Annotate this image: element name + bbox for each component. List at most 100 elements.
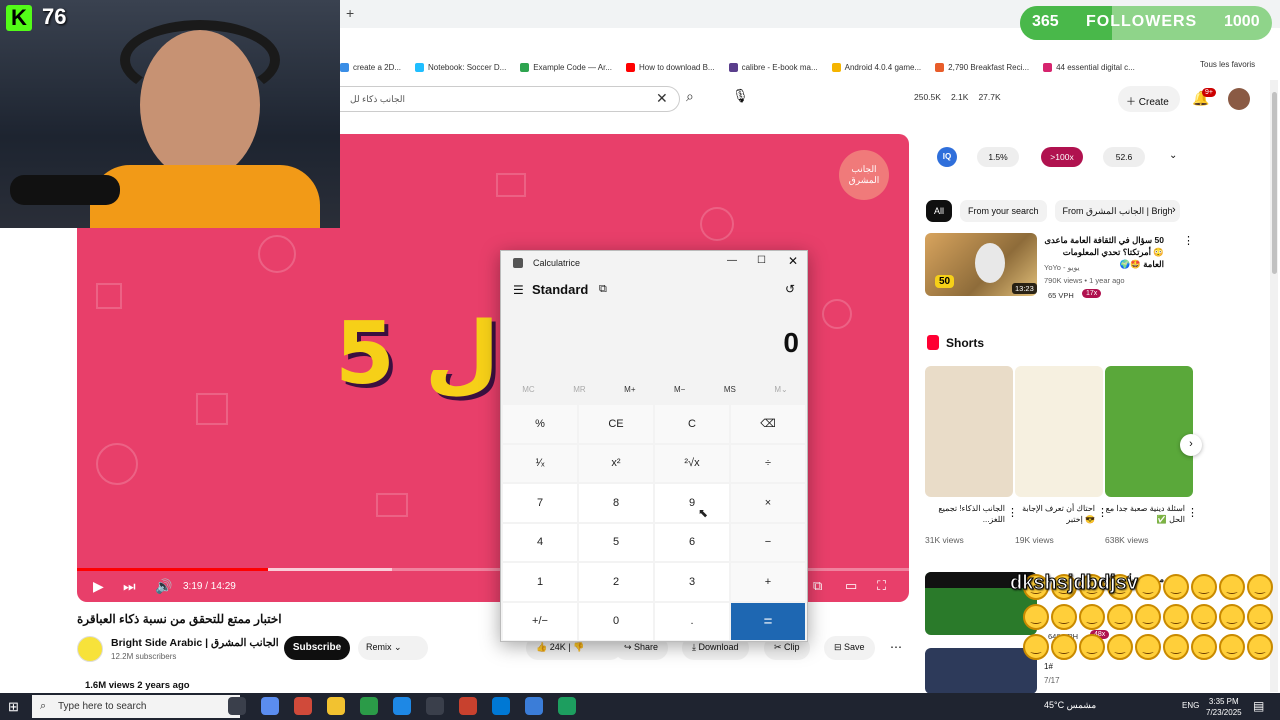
edge-icon[interactable] — [393, 697, 411, 715]
calc-key[interactable]: 8 — [579, 484, 653, 522]
windows-start-icon[interactable]: ⊞ — [8, 699, 19, 715]
app-icon[interactable] — [492, 697, 510, 715]
next-icon[interactable]: ⏭ — [123, 578, 136, 595]
calc-key[interactable]: × — [731, 484, 805, 522]
short-title[interactable]: احتاك أن تعرف الإجابة 😎 إختبر — [1015, 503, 1095, 525]
bookmark-item[interactable]: 44 essential digital c... — [1043, 62, 1135, 72]
chrome-icon[interactable] — [360, 697, 378, 715]
task-view-icon[interactable] — [228, 697, 246, 715]
copilot-icon[interactable] — [261, 697, 279, 715]
short-title[interactable]: الجانب الذكاء! تجميع اللغز... — [925, 503, 1005, 525]
bookmark-item[interactable]: create a 2D... — [340, 62, 401, 72]
calc-key[interactable]: 9 — [655, 484, 729, 522]
bookmarks-bar: create a 2D... Notebook: Soccer D... Examp… — [340, 56, 1280, 78]
recommended-title[interactable]: 1# — [1044, 662, 1053, 671]
calc-key[interactable]: x² — [579, 444, 653, 482]
save-button[interactable]: ⊟ Save — [824, 636, 875, 660]
discord-icon[interactable] — [525, 697, 543, 715]
new-tab-button[interactable]: + — [346, 5, 354, 21]
calc-key[interactable]: + — [731, 563, 805, 601]
calc-key[interactable]: % — [503, 405, 577, 443]
language-indicator[interactable]: ENG — [1182, 701, 1199, 710]
short-thumbnail[interactable] — [1105, 366, 1193, 497]
calc-key[interactable]: ²√x — [655, 444, 729, 482]
calc-key[interactable]: ⌫ — [731, 405, 805, 443]
store-icon[interactable] — [294, 697, 312, 715]
calc-key[interactable]: 5 — [579, 523, 653, 561]
keep-on-top-icon[interactable]: ⧉ — [599, 283, 607, 296]
more-icon[interactable]: ⋮ — [1183, 234, 1194, 247]
bookmark-item[interactable]: Android 4.0.4 game... — [831, 62, 921, 72]
history-icon[interactable]: ↺ — [785, 282, 795, 296]
chip-from-channel[interactable]: From الجانب المشرق | Brigh — [1054, 200, 1181, 222]
calc-key[interactable]: C — [655, 405, 729, 443]
calculator-window[interactable]: Calculatrice — ☐ ✕ ☰ Standard ⧉ ↺ 0 MC MR… — [500, 250, 808, 642]
memory-button[interactable]: M+ — [624, 385, 635, 394]
file-explorer-icon[interactable] — [327, 697, 345, 715]
minimize-icon[interactable]: — — [727, 255, 737, 266]
memory-button[interactable]: M− — [674, 385, 685, 394]
progress-played[interactable] — [77, 568, 268, 571]
bookmark-item[interactable]: How to download B... — [626, 62, 715, 72]
calc-key[interactable]: = — [731, 602, 805, 640]
search-icon[interactable]: ⌕ — [686, 88, 704, 108]
chevron-right-icon[interactable]: › — [1172, 204, 1176, 216]
calc-key[interactable]: 4 — [503, 523, 577, 561]
weather-widget[interactable]: 45°C مشمس — [1044, 700, 1096, 711]
calc-key[interactable]: 7 — [503, 484, 577, 522]
bookmarks-all-link[interactable]: Tous les favoris — [1200, 60, 1255, 69]
calc-key[interactable]: 3 — [655, 563, 729, 601]
subscribe-button[interactable]: Subscribe — [284, 636, 350, 660]
more-icon[interactable]: ⋯ — [890, 640, 902, 654]
avatar[interactable] — [1228, 88, 1250, 110]
close-icon[interactable]: ✕ — [788, 254, 798, 268]
settings-icon[interactable] — [426, 697, 444, 715]
calc-key[interactable]: − — [731, 523, 805, 561]
maximize-icon[interactable]: ☐ — [757, 255, 766, 266]
calc-key[interactable]: . — [655, 602, 729, 640]
scrollbar-thumb[interactable] — [1272, 92, 1277, 274]
calc-key[interactable]: 0 — [579, 602, 653, 640]
calc-key[interactable]: 6 — [655, 523, 729, 561]
bookmark-item[interactable]: Notebook: Soccer D... — [415, 62, 506, 72]
create-button[interactable]: ＋ Create — [1118, 86, 1180, 112]
chevron-down-icon[interactable]: ⌄ — [1169, 150, 1177, 161]
short-thumbnail[interactable] — [925, 366, 1013, 497]
calc-key[interactable]: 1 — [503, 563, 577, 601]
calc-key[interactable]: ÷ — [731, 444, 805, 482]
obs-icon[interactable] — [459, 697, 477, 715]
notification-center-icon[interactable]: ▤ — [1253, 699, 1264, 713]
theater-icon[interactable]: ▭ — [845, 578, 857, 594]
more-icon[interactable]: ⋮ — [1187, 506, 1198, 519]
taskbar-search-input[interactable]: Type here to search — [32, 695, 240, 718]
clear-search-icon[interactable]: ✕ — [656, 90, 668, 107]
chevron-right-icon[interactable]: › — [1180, 434, 1202, 456]
calculator-icon[interactable] — [558, 697, 576, 715]
memory-button[interactable]: MS — [724, 385, 736, 394]
calc-key[interactable]: 2 — [579, 563, 653, 601]
microphone-icon[interactable]: 🎙 — [732, 88, 752, 108]
plus-icon: ＋ — [1126, 97, 1139, 108]
bookmark-item[interactable]: 2,790 Breakfast Reci... — [935, 62, 1029, 72]
bookmark-item[interactable]: calibre - E-book ma... — [728, 62, 818, 72]
calc-key[interactable]: ¹⁄ₓ — [503, 444, 577, 482]
channel-logo[interactable] — [77, 636, 103, 662]
recommended-channel[interactable]: YoYo - يويو — [1044, 263, 1080, 272]
calc-key[interactable]: CE — [579, 405, 653, 443]
calc-key[interactable]: +/− — [503, 602, 577, 640]
short-thumbnail[interactable] — [1015, 366, 1103, 497]
channel-name[interactable]: Bright Side Arabic | الجانب المشرق — [111, 637, 279, 649]
hamburger-menu-icon[interactable]: ☰ — [513, 283, 524, 297]
miniplayer-icon[interactable]: ⧉ — [813, 578, 822, 594]
search-input[interactable]: الجانب ذكاء لل — [340, 86, 680, 112]
chip-all[interactable]: All — [926, 200, 953, 222]
short-title[interactable]: اسئلة دينية صعبة جدا مع الحل ✅ — [1105, 503, 1185, 525]
remix-button[interactable]: Remix ⌄ — [358, 636, 428, 660]
fullscreen-icon[interactable]: ⛶ — [877, 578, 886, 594]
play-icon[interactable]: ▶ — [93, 578, 104, 595]
chip-from-search[interactable]: From your search — [960, 200, 1047, 222]
volume-icon[interactable]: 🔊 — [155, 578, 172, 595]
bookmark-item[interactable]: Example Code — Ar... — [520, 62, 612, 72]
clock[interactable]: 3:35 PM 7/23/2025 — [1206, 696, 1242, 718]
laughing-emote-icon: ‿ — [1079, 634, 1105, 660]
